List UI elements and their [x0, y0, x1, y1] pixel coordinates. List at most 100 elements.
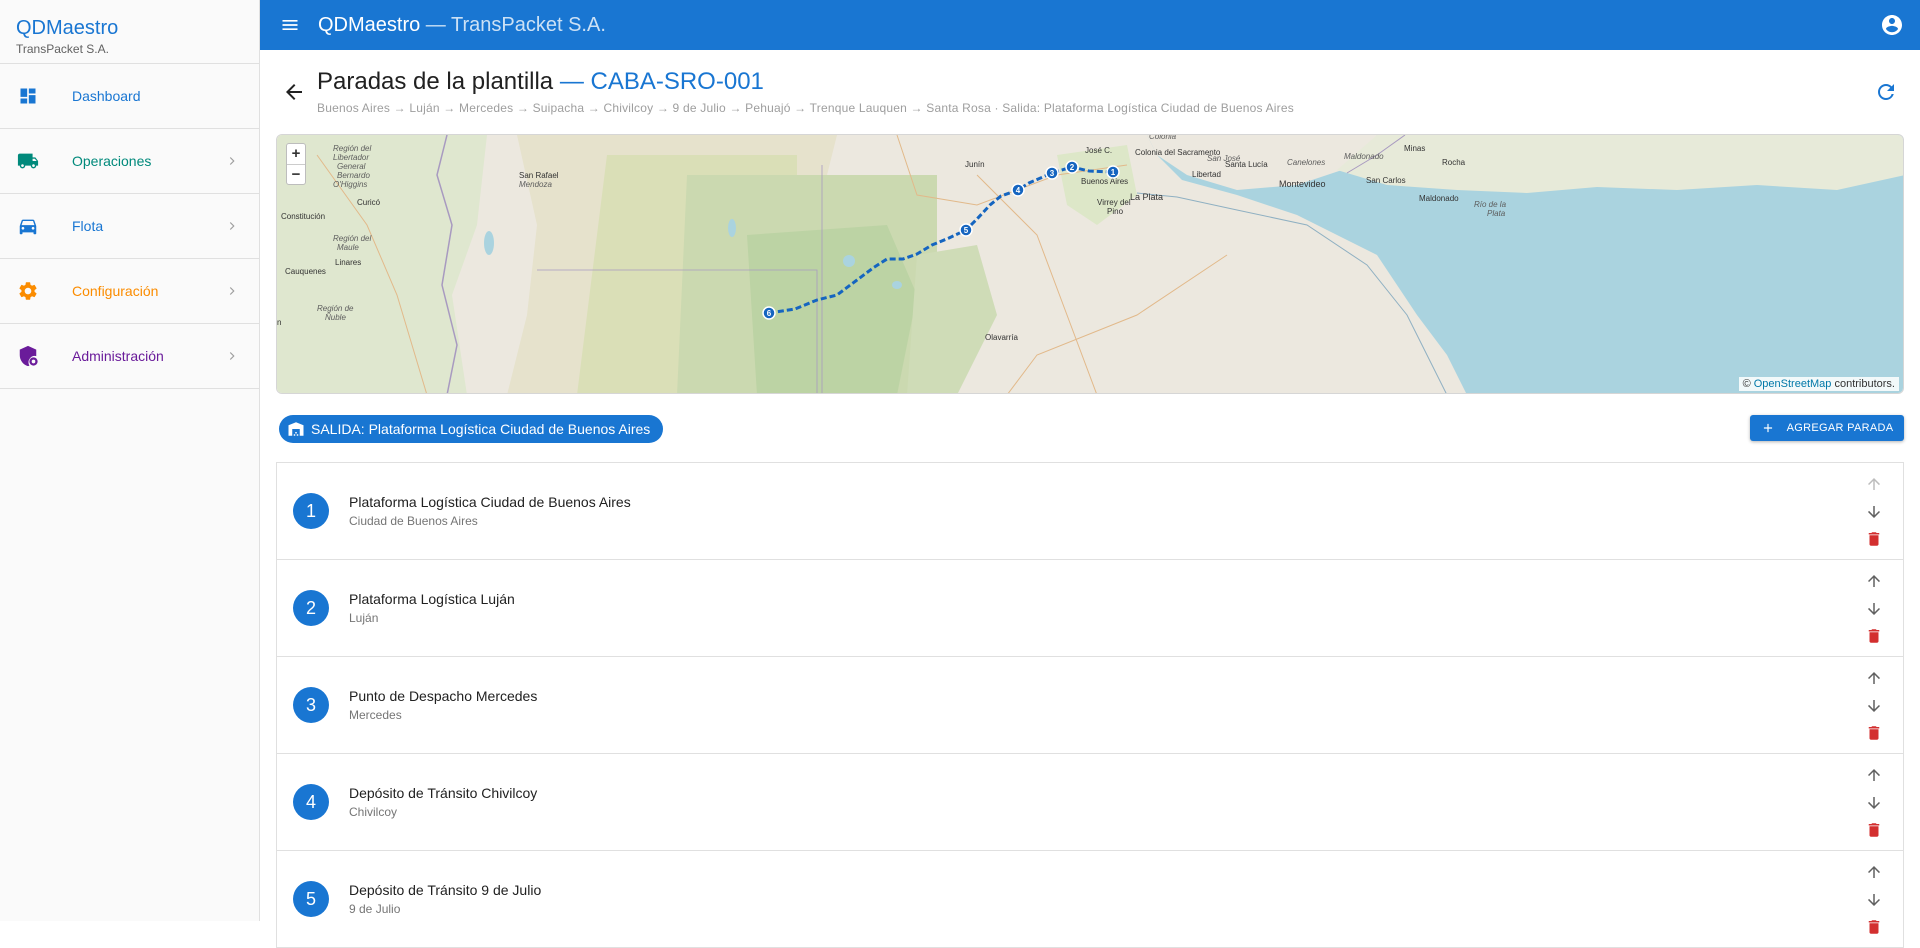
- svg-text:2: 2: [1070, 163, 1075, 172]
- sidebar: QDMaestro TransPacket S.A. Dashboard Ope…: [0, 0, 260, 921]
- stop-name: Punto de Despacho Mercedes: [349, 688, 538, 704]
- map-marker[interactable]: 2: [1065, 160, 1079, 174]
- add-stop-label: AGREGAR PARADA: [1786, 422, 1894, 434]
- arrow-down-icon[interactable]: [1865, 697, 1883, 715]
- attribution-suffix: contributors.: [1831, 378, 1895, 390]
- sidebar-item-flota[interactable]: Flota: [0, 194, 259, 259]
- stop-number-badge: 4: [293, 784, 329, 820]
- map-marker[interactable]: 4: [1011, 183, 1025, 197]
- arrow-down-icon[interactable]: [1865, 600, 1883, 618]
- list-item: 5 Depósito de Tránsito 9 de Julio 9 de J…: [277, 851, 1903, 948]
- zoom-in-button[interactable]: +: [287, 144, 305, 164]
- arrow-up-icon[interactable]: [1865, 863, 1883, 881]
- add-stop-button[interactable]: AGREGAR PARADA: [1750, 415, 1904, 441]
- app-name: QDMaestro: [318, 13, 421, 36]
- arrow-down-icon[interactable]: [1865, 794, 1883, 812]
- sidebar-item-operaciones[interactable]: Operaciones: [0, 129, 259, 194]
- stop-city: Mercedes: [349, 708, 402, 722]
- template-code: — CABA-SRO-001: [553, 68, 764, 95]
- route-map[interactable]: Colonia San José Canelones Maldonado Río…: [276, 134, 1904, 394]
- svg-text:4: 4: [1016, 186, 1021, 195]
- route-markers: 1 2 3 4 5 6: [762, 160, 1120, 320]
- arrow-up-icon[interactable]: [1865, 475, 1883, 493]
- stop-name: Plataforma Logística Ciudad de Buenos Ai…: [349, 494, 631, 510]
- stop-name: Depósito de Tránsito 9 de Julio: [349, 882, 542, 898]
- sidebar-item-label: Configuración: [72, 283, 159, 299]
- chevron-right-icon: [229, 222, 235, 230]
- stop-name: Plataforma Logística Luján: [349, 591, 515, 607]
- stop-number-badge: 5: [293, 881, 329, 917]
- page-title-text: Paradas de la plantilla: [317, 68, 554, 95]
- zoom-out-button[interactable]: −: [287, 164, 305, 184]
- delete-icon[interactable]: [1865, 724, 1883, 742]
- arrow-up-icon[interactable]: [1865, 669, 1883, 687]
- refresh-icon[interactable]: [1874, 80, 1898, 104]
- stop-city: 9 de Julio: [349, 902, 401, 916]
- page-header: Paradas de la plantilla — CABA-SRO-001 B…: [260, 50, 1920, 134]
- page-title: Paradas de la plantilla — CABA-SRO-001: [317, 68, 764, 96]
- stop-city: Luján: [349, 611, 379, 625]
- stop-city: Chivilcoy: [349, 805, 398, 819]
- chevron-right-icon: [229, 352, 235, 360]
- sidebar-item-label: Administración: [72, 348, 164, 364]
- arrow-down-icon[interactable]: [1865, 503, 1883, 521]
- svg-text:3: 3: [1050, 169, 1055, 178]
- menu-button[interactable]: [278, 13, 302, 37]
- brand-subtitle: TransPacket S.A.: [16, 42, 109, 56]
- app-title: QDMaestro — TransPacket S.A.: [318, 14, 606, 37]
- back-arrow-icon[interactable]: [282, 80, 306, 104]
- stops-list: 1 Plataforma Logística Ciudad de Buenos …: [276, 462, 1904, 948]
- hamburger-menu-icon: [282, 20, 298, 30]
- arrow-up-icon[interactable]: [1865, 572, 1883, 590]
- arrow-down-icon[interactable]: [1865, 891, 1883, 909]
- chevron-right-icon: [229, 287, 235, 295]
- sidebar-item-label: Dashboard: [72, 88, 141, 104]
- svg-text:6: 6: [767, 309, 772, 318]
- gear-icon: [17, 280, 39, 302]
- plus-icon: [1763, 423, 1772, 433]
- chevron-right-icon: [229, 157, 235, 165]
- top-app-bar: QDMaestro — TransPacket S.A.: [260, 0, 1920, 50]
- map-marker[interactable]: 5: [959, 223, 973, 237]
- map-zoom-controls: + −: [286, 143, 306, 185]
- brand-title: QDMaestro: [16, 17, 119, 39]
- map-marker[interactable]: 6: [762, 306, 776, 320]
- dashboard-icon: [17, 85, 39, 107]
- map-attribution: © OpenStreetMap contributors.: [1738, 377, 1899, 391]
- delete-icon[interactable]: [1865, 821, 1883, 839]
- brand: QDMaestro TransPacket S.A.: [0, 0, 259, 64]
- sidebar-item-label: Operaciones: [72, 153, 152, 169]
- company-name: — TransPacket S.A.: [420, 13, 606, 36]
- svg-text:1: 1: [1111, 168, 1116, 177]
- attribution-prefix: ©: [1742, 378, 1754, 390]
- truck-icon: [17, 150, 39, 172]
- sidebar-item-configuracion[interactable]: Configuración: [0, 259, 259, 324]
- delete-icon[interactable]: [1865, 530, 1883, 548]
- account-circle-icon[interactable]: [1880, 13, 1904, 37]
- admin-shield-icon: [17, 345, 39, 367]
- warehouse-icon: [288, 422, 304, 436]
- arrow-up-icon[interactable]: [1865, 766, 1883, 784]
- route-summary: Buenos Aires → Luján → Mercedes → Suipac…: [317, 101, 1294, 115]
- main-content: Paradas de la plantilla — CABA-SRO-001 B…: [260, 50, 1920, 948]
- stop-number-badge: 1: [293, 493, 329, 529]
- list-item: 4 Depósito de Tránsito Chivilcoy Chivilc…: [277, 754, 1903, 851]
- svg-text:5: 5: [964, 226, 969, 235]
- map-marker[interactable]: 1: [1106, 165, 1120, 179]
- delete-icon[interactable]: [1865, 627, 1883, 645]
- list-item: 2 Plataforma Logística Luján Luján: [277, 560, 1903, 657]
- stop-number-badge: 2: [293, 590, 329, 626]
- departure-chip[interactable]: SALIDA: Plataforma Logística Ciudad de B…: [279, 415, 664, 443]
- list-item: 1 Plataforma Logística Ciudad de Buenos …: [277, 463, 1903, 560]
- car-icon: [17, 215, 39, 237]
- openstreetmap-link[interactable]: OpenStreetMap: [1754, 378, 1832, 390]
- list-item: 3 Punto de Despacho Mercedes Mercedes: [277, 657, 1903, 754]
- sidebar-item-label: Flota: [72, 218, 104, 234]
- departure-chip-label: SALIDA: Plataforma Logística Ciudad de B…: [311, 421, 651, 437]
- stop-number-badge: 3: [293, 687, 329, 723]
- map-marker[interactable]: 3: [1045, 166, 1059, 180]
- sidebar-item-administracion[interactable]: Administración: [0, 324, 259, 389]
- sidebar-item-dashboard[interactable]: Dashboard: [0, 64, 259, 129]
- stop-name: Depósito de Tránsito Chivilcoy: [349, 785, 538, 801]
- stop-city: Ciudad de Buenos Aires: [349, 514, 478, 528]
